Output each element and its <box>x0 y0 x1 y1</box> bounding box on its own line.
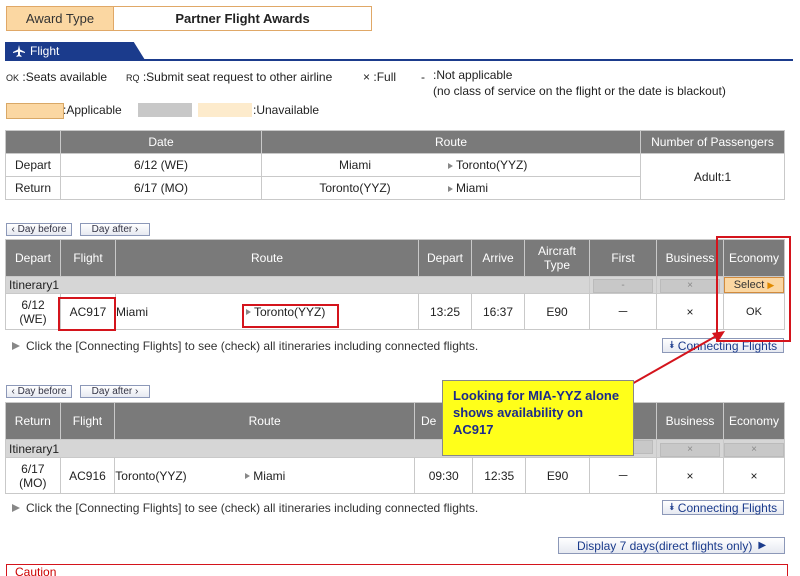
highlight-route-box <box>242 304 339 328</box>
flight-aircraft: E90 <box>524 457 591 494</box>
summary-row-depart: Depart 6/12 (WE) Miami Toronto(YYZ) Adult… <box>5 153 785 200</box>
legend-full: × :Full <box>363 70 397 84</box>
summary-passengers: Adult:1 <box>640 153 785 200</box>
return-flights-table: Return Flight Route De Business Economy … <box>4 402 785 494</box>
airplane-icon <box>13 45 25 57</box>
col-flight: Flight <box>60 239 116 277</box>
caution-box: Caution <box>6 564 788 576</box>
summary-route: Miami Toronto(YYZ) <box>261 153 641 177</box>
flight-depart-time: 09:30 <box>413 457 474 494</box>
display-7-days-button[interactable]: Display 7 days(direct flights only) ▶ <box>558 537 785 554</box>
itinerary-row: Itinerary1 × × <box>4 439 785 458</box>
flight-date: 6/12 (WE) <box>5 293 61 330</box>
applicable-swatch <box>6 103 64 119</box>
col-depart-time: Depart <box>418 239 472 277</box>
legend-na-text: :Not applicable <box>433 68 513 82</box>
flight-tab-label: Flight <box>30 44 60 58</box>
business-status: × <box>660 442 721 457</box>
return-connecting-note: Click the [Connecting Flights] to see (c… <box>12 501 478 515</box>
col-arrive: Arrive <box>471 239 525 277</box>
highlight-flight-box <box>58 297 116 331</box>
annotation-callout: Looking for MIA-YYZ alone shows availabi… <box>442 380 634 456</box>
note-arrow-icon <box>12 504 20 512</box>
arrow-icon <box>448 162 453 169</box>
col-economy: Economy <box>723 402 785 440</box>
summary-header-blank <box>5 130 61 154</box>
col-aircraft: Aircraft Type <box>524 239 590 277</box>
col-return: Return <box>5 402 61 440</box>
economy-status: × <box>724 442 784 457</box>
unavailable-swatch <box>198 103 252 117</box>
itinerary-label: Itinerary1 <box>5 276 590 294</box>
flight-economy: × <box>723 457 785 494</box>
legend-unavailable: :Unavailable <box>253 103 320 117</box>
return-day-after-button[interactable]: Day after › <box>80 385 150 398</box>
col-depart: Depart <box>5 239 61 277</box>
business-status: × <box>660 279 720 293</box>
return-connecting-flights-button[interactable]: ⯯ Connecting Flights <box>662 500 784 515</box>
depart-day-after-button[interactable]: Day after › <box>80 223 150 236</box>
return-day-before-button[interactable]: ‹ Day before <box>6 385 72 398</box>
summary-label: Depart <box>5 153 61 177</box>
summary-header-date: Date <box>60 130 262 154</box>
summary-date: 6/12 (WE) <box>60 153 262 177</box>
flight-arrive-time: 12:35 <box>472 457 526 494</box>
arrow-icon <box>448 185 453 192</box>
summary-header-passengers: Number of Passengers <box>640 130 785 154</box>
col-route: Route <box>115 239 419 277</box>
summary-label: Return <box>5 176 61 200</box>
depart-flights-table: Depart Flight Route Depart Arrive Aircra… <box>5 239 785 330</box>
grey-swatch <box>138 103 192 117</box>
flight-depart-time: 13:25 <box>418 293 472 330</box>
legend-applicable: :Applicable <box>63 103 122 117</box>
flight-number: AC916 <box>59 457 116 494</box>
col-route: Route <box>114 402 415 440</box>
itinerary-row: Itinerary1 - × Select ▶ <box>5 276 785 294</box>
legend-na-detail: (no class of service on the flight or th… <box>433 84 726 98</box>
flight-route: Toronto(YYZ) Miami <box>114 457 415 494</box>
legend-ok: OK :Seats available <box>6 70 108 84</box>
summary-header-route: Route <box>261 130 641 154</box>
flight-tab: Flight <box>5 42 145 60</box>
legend-na: - <box>421 70 425 84</box>
arrow-icon <box>245 473 251 480</box>
summary-route: Toronto(YYZ) Miami <box>261 176 641 200</box>
depart-connecting-note: Click the [Connecting Flights] to see (c… <box>12 339 478 353</box>
flight-aircraft: E90 <box>524 293 590 330</box>
flight-business: × <box>656 457 724 494</box>
depart-day-before-button[interactable]: ‹ Day before <box>6 223 72 236</box>
summary-date: 6/17 (MO) <box>60 176 262 200</box>
first-status: - <box>593 279 653 293</box>
col-flight: Flight <box>59 402 116 440</box>
summary-table: Date Route Number of Passengers Depart 6… <box>5 130 785 200</box>
col-business: Business <box>656 402 724 440</box>
tab-divider <box>5 59 793 61</box>
award-type-label: Award Type <box>6 6 114 31</box>
col-first: First <box>589 239 657 277</box>
note-arrow-icon <box>12 342 20 350</box>
legend-rq: RQ :Submit seat request to other airline <box>126 70 333 84</box>
flight-arrive-time: 16:37 <box>471 293 525 330</box>
col-business: Business <box>656 239 724 277</box>
award-type-value: Partner Flight Awards <box>114 6 372 31</box>
flight-date: 6/17 (MO) <box>5 457 61 494</box>
double-chevron-down-icon: ⯯ <box>668 502 675 513</box>
play-right-icon: ▶ <box>758 540 767 551</box>
flight-first: － <box>589 457 658 494</box>
flight-row: 6/17 (MO) AC916 Toronto(YYZ) Miami 09:30 1… <box>5 457 785 494</box>
